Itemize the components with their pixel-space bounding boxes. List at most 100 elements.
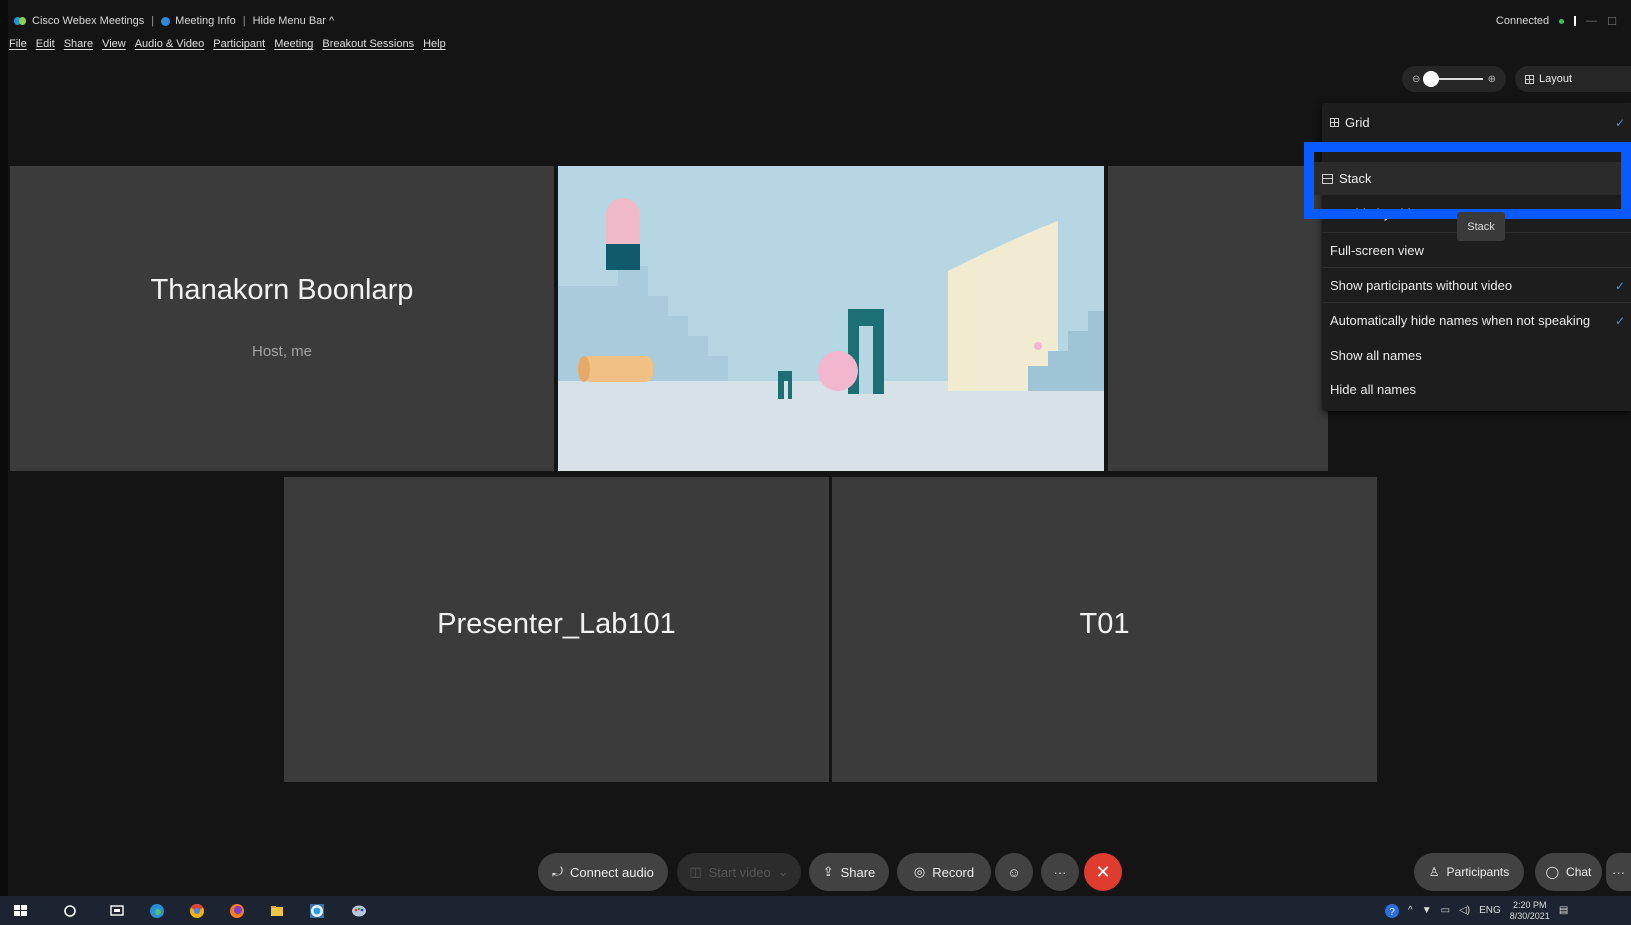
menu-divider bbox=[1322, 302, 1631, 303]
zoom-slider[interactable] bbox=[1423, 71, 1483, 87]
participant-tile[interactable] bbox=[1108, 166, 1328, 471]
connect-audio-label: Connect audio bbox=[570, 864, 654, 880]
layout-button[interactable]: Layout bbox=[1515, 66, 1631, 92]
menu-bar: File Edit Share View Audio & Video Parti… bbox=[8, 34, 446, 54]
menu-meeting[interactable]: Meeting bbox=[274, 38, 313, 50]
clock-date: 8/30/2021 bbox=[1509, 910, 1550, 921]
title-bar: Cisco Webex Meetings | Meeting Info | Hi… bbox=[8, 8, 1631, 34]
layout-option-label: Full-screen view bbox=[1330, 243, 1424, 258]
layout-button-label: Layout bbox=[1539, 73, 1573, 85]
camera-icon: ◫ bbox=[689, 864, 702, 879]
network-icon[interactable]: ▭ bbox=[1441, 905, 1450, 916]
shield-icon[interactable]: ▼ bbox=[1422, 905, 1432, 916]
participant-tile[interactable]: Presenter_Lab101 bbox=[284, 477, 829, 782]
connect-audio-button[interactable]: ⤾ Connect audio bbox=[538, 853, 668, 891]
meeting-info-button[interactable]: Meeting Info bbox=[175, 15, 236, 27]
participant-name: T01 bbox=[1079, 608, 1130, 640]
menu-audio-video[interactable]: Audio & Video bbox=[135, 38, 205, 50]
start-video-button[interactable]: ◫ Start video ⌄ bbox=[677, 853, 801, 891]
chevron-up-icon[interactable]: ^ bbox=[1408, 905, 1413, 916]
more-icon: ··· bbox=[1053, 864, 1067, 880]
close-icon: ✕ bbox=[1095, 861, 1111, 882]
menu-edit[interactable]: Edit bbox=[36, 38, 55, 50]
chat-icon: ◯ bbox=[1545, 865, 1560, 879]
participant-video[interactable] bbox=[558, 166, 1104, 471]
option-label: Hide all names bbox=[1330, 382, 1416, 397]
task-view-icon[interactable] bbox=[110, 904, 124, 918]
menu-divider bbox=[1322, 267, 1631, 268]
participant-tile[interactable]: T01 bbox=[832, 477, 1377, 782]
connection-status: Connected bbox=[1495, 15, 1550, 27]
menu-share[interactable]: Share bbox=[64, 38, 93, 50]
restore-button[interactable]: ☐ bbox=[1607, 15, 1617, 28]
zoom-out-icon[interactable]: ⊖ bbox=[1412, 74, 1420, 85]
option-show-all-names[interactable]: Show all names bbox=[1322, 339, 1631, 372]
window-edge bbox=[0, 0, 8, 925]
option-show-participants-without-video[interactable]: Show participants without video ✓ bbox=[1322, 269, 1631, 302]
menu-view[interactable]: View bbox=[102, 38, 126, 50]
chevron-up-icon: ^ bbox=[329, 15, 335, 27]
connection-status-dot-icon bbox=[1559, 18, 1565, 24]
chrome-browser-icon[interactable] bbox=[190, 904, 204, 918]
webex-taskbar-icon[interactable] bbox=[310, 904, 324, 918]
hide-menu-bar-button[interactable]: Hide Menu Bar ^ bbox=[253, 15, 335, 27]
layout-option-label: Grid bbox=[1345, 115, 1370, 130]
panel-more-button[interactable]: ··· bbox=[1606, 853, 1631, 891]
language-indicator[interactable]: ENG bbox=[1479, 905, 1501, 916]
menu-help[interactable]: Help bbox=[423, 38, 446, 50]
edge-browser-icon[interactable] bbox=[150, 904, 164, 918]
check-icon: ✓ bbox=[1614, 278, 1625, 293]
svg-text:?: ? bbox=[1389, 907, 1395, 918]
smiley-icon: ☺ bbox=[1007, 864, 1021, 880]
participants-icon: ♙ bbox=[1428, 865, 1440, 879]
participant-role: Host, me bbox=[251, 343, 312, 360]
participant-name: Presenter_Lab101 bbox=[437, 608, 676, 640]
stack-tooltip: Stack bbox=[1457, 212, 1505, 241]
menu-file[interactable]: File bbox=[9, 38, 27, 50]
share-icon: ⇪ bbox=[822, 864, 834, 879]
record-button[interactable]: ◎ Record bbox=[897, 853, 991, 891]
signal-bar-icon bbox=[1574, 16, 1577, 26]
option-auto-hide-names[interactable]: Automatically hide names when not speaki… bbox=[1322, 304, 1631, 337]
reactions-button[interactable]: ☺ bbox=[995, 853, 1033, 891]
connect-audio-icon: ⤾ bbox=[552, 864, 563, 879]
chat-button[interactable]: ◯ Chat bbox=[1535, 853, 1602, 891]
participant-tile[interactable]: Thanakorn Boonlarp Host, me bbox=[10, 166, 554, 471]
share-button[interactable]: ⇪ Share bbox=[809, 853, 889, 891]
menu-breakout-sessions[interactable]: Breakout Sessions bbox=[322, 38, 414, 50]
end-meeting-button[interactable]: ✕ bbox=[1084, 853, 1122, 891]
zoom-control: ⊖ ⊕ bbox=[1402, 66, 1506, 92]
webex-meeting-window: Cisco Webex Meetings | Meeting Info | Hi… bbox=[0, 0, 1631, 925]
hide-menu-bar-label: Hide Menu Bar bbox=[252, 15, 326, 27]
zoom-slider-handle[interactable] bbox=[1423, 71, 1439, 87]
windows-start-icon[interactable] bbox=[14, 904, 28, 918]
notifications-icon[interactable]: ▤ bbox=[1559, 905, 1568, 916]
start-video-label: Start video bbox=[708, 864, 771, 880]
selection-highlight bbox=[1304, 142, 1631, 219]
more-icon: ··· bbox=[1612, 864, 1625, 880]
zoom-in-icon[interactable]: ⊕ bbox=[1488, 74, 1496, 85]
layout-option-grid[interactable]: Grid ✓ bbox=[1322, 106, 1631, 139]
clock[interactable]: 2:20 PM 8/30/2021 bbox=[1510, 900, 1550, 922]
share-label: Share bbox=[840, 864, 876, 880]
menu-participant[interactable]: Participant bbox=[213, 38, 265, 50]
search-icon[interactable] bbox=[63, 904, 77, 918]
participants-button[interactable]: ♙ Participants bbox=[1414, 853, 1524, 891]
system-tray: ? ^ ▼ ▭ ◁) ENG 2:20 PM 8/30/2021 ▤ bbox=[1385, 896, 1568, 925]
clock-time: 2:20 PM bbox=[1513, 899, 1547, 910]
minimize-button[interactable]: — bbox=[1586, 15, 1597, 27]
grid-icon bbox=[1525, 74, 1534, 84]
webex-logo-icon bbox=[14, 16, 26, 26]
help-icon[interactable]: ? bbox=[1385, 903, 1399, 918]
check-icon: ✓ bbox=[1614, 115, 1625, 130]
more-options-button[interactable]: ··· bbox=[1041, 853, 1079, 891]
chevron-down-icon: ⌄ bbox=[777, 864, 789, 879]
chat-label: Chat bbox=[1566, 865, 1592, 879]
video-scene-image bbox=[558, 166, 1104, 471]
option-label: Show all names bbox=[1330, 348, 1422, 363]
paint-app-icon[interactable] bbox=[352, 904, 366, 918]
option-hide-all-names[interactable]: Hide all names bbox=[1322, 373, 1631, 406]
volume-icon[interactable]: ◁) bbox=[1459, 905, 1470, 916]
file-explorer-icon[interactable] bbox=[270, 904, 284, 918]
firefox-browser-icon[interactable] bbox=[230, 904, 244, 918]
